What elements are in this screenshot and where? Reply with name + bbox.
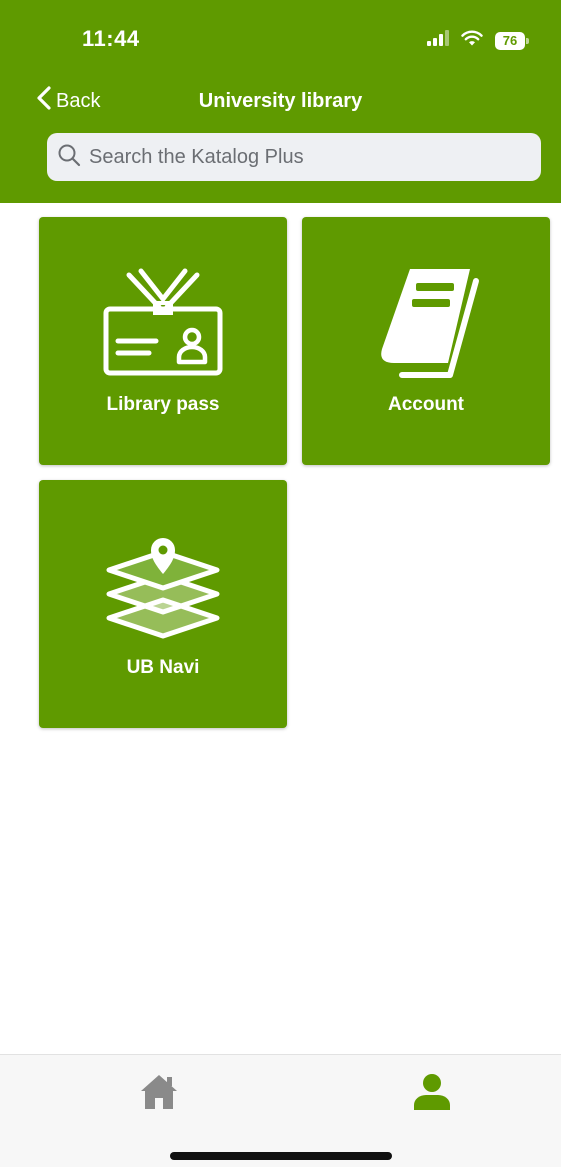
battery-icon: 76: [495, 31, 529, 50]
tile-ub-navi[interactable]: UB Navi: [39, 480, 287, 728]
status-bar: 11:44 76: [0, 0, 561, 80]
tile-library-pass[interactable]: Library pass: [39, 217, 287, 465]
person-icon: [412, 1073, 452, 1113]
tab-bar: [0, 1054, 561, 1167]
signal-icon: [427, 30, 449, 51]
header: 11:44 76 Back University library Search …: [0, 0, 561, 203]
nav-bar: Back University library: [0, 80, 561, 124]
search-bar[interactable]: [47, 133, 541, 181]
home-icon: [139, 1073, 179, 1113]
status-icons: 76: [427, 30, 529, 51]
wifi-icon: [461, 30, 483, 51]
id-card-icon: [39, 267, 287, 377]
tab-home[interactable]: [137, 1073, 181, 1113]
app-screen: 11:44 76 Back University library Search …: [0, 0, 561, 1167]
tile-label: UB Navi: [126, 657, 200, 678]
book-icon: [302, 267, 550, 383]
home-indicator: [170, 1152, 392, 1160]
tile-account[interactable]: Account: [302, 217, 550, 465]
status-time: 11:44: [82, 26, 140, 51]
map-layers-icon: [39, 530, 287, 642]
tile-label: Account: [388, 394, 464, 415]
search-icon: [57, 143, 81, 172]
page-title: University library: [198, 90, 363, 112]
tab-profile[interactable]: [410, 1073, 454, 1113]
search-input[interactable]: [87, 144, 511, 170]
tile-label: Library pass: [106, 394, 220, 415]
